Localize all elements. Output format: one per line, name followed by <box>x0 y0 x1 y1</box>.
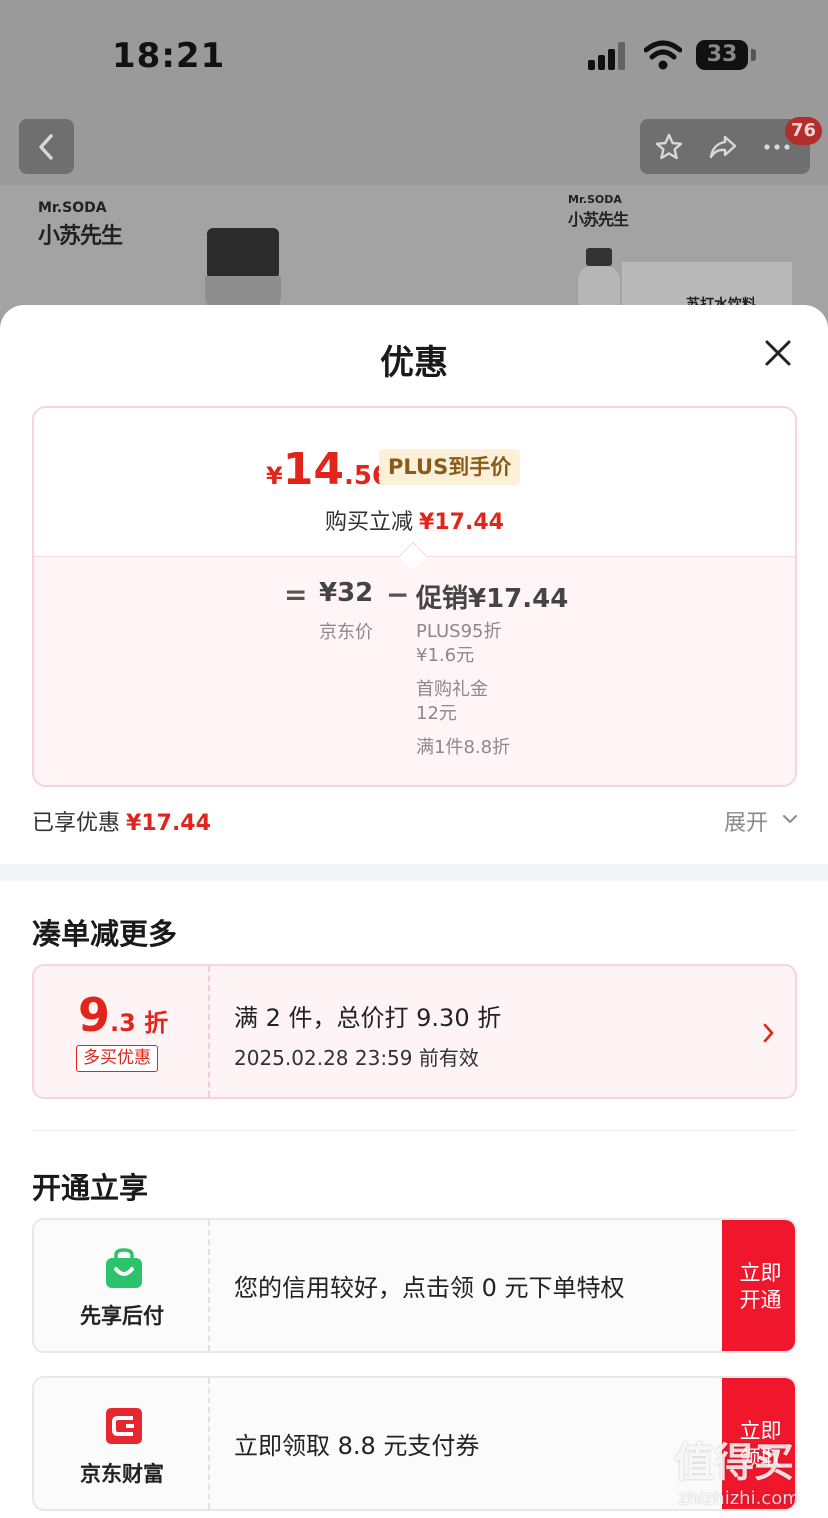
battery-icon: 33 <box>696 40 748 70</box>
close-icon[interactable] <box>760 335 796 371</box>
reduce-label: 购买立减 <box>325 510 414 535</box>
instant-reduction: 购买立减 ¥17.44 <box>34 504 795 536</box>
plus-price-tag: PLUS到手价 <box>379 449 521 485</box>
section-title-open-services: 开通立享 <box>32 1171 149 1205</box>
section-divider <box>0 864 828 881</box>
service-description: 您的信用较好，点击领 0 元下单特权 <box>234 1274 625 1302</box>
promo-item-line: 首购礼金 <box>416 679 488 700</box>
chevron-right-icon <box>763 1023 774 1043</box>
site-watermark: 值得买 <box>674 1440 794 1486</box>
enjoyed-amount: ¥17.44 <box>126 811 211 836</box>
brand-cn: 小苏先生 <box>38 224 123 249</box>
service-name: 先享后付 <box>80 1304 164 1328</box>
brand-logo-left: Mr.SODA 小苏先生 <box>38 200 123 250</box>
cellular-signal-icon <box>588 42 632 70</box>
equals-sign: = <box>284 578 308 611</box>
promo-item-line: ¥1.6元 <box>416 645 475 666</box>
enjoyed-discount: 已享优惠 ¥17.44 <box>32 805 211 837</box>
price-integer: 14 <box>282 444 344 495</box>
promo-item-line: 满1件8.8折 <box>416 737 511 758</box>
coupon-condition: 满 2 件，总价打 9.30 折 <box>234 1004 502 1032</box>
bulk-discount-tag: 多买优惠 <box>76 1045 158 1072</box>
price-calculation-section <box>34 556 795 785</box>
status-time: 18:21 <box>112 36 226 76</box>
promo-item-line: 12元 <box>416 703 457 724</box>
brand-en-right: Mr.SODA <box>568 193 622 206</box>
expand-label: 展开 <box>724 811 769 836</box>
currency-symbol: ¥ <box>266 462 283 490</box>
back-button[interactable] <box>19 119 74 174</box>
promo-item-line: PLUS95折 <box>416 621 502 642</box>
site-watermark-url: zhizhizhi.com <box>678 1488 800 1509</box>
brand-cn-right: 小苏先生 <box>568 210 629 229</box>
service-left-panel: 京东财富 <box>34 1378 210 1509</box>
share-icon[interactable] <box>708 132 738 162</box>
price-breakdown-card: ¥14.56 PLUS到手价 购买立减 ¥17.44 = ¥32 京东价 − 促销… <box>32 406 797 787</box>
sheet-title: 优惠 <box>380 343 448 383</box>
brand-en: Mr.SODA <box>38 200 107 216</box>
promotion-list: PLUS95折 ¥1.6元 首购礼金 12元 满1件8.8折 <box>416 620 510 760</box>
jd-price: ¥32 <box>319 578 374 608</box>
reduce-amount: ¥17.44 <box>419 510 504 535</box>
wallet-icon <box>106 1408 142 1444</box>
bottle-cap <box>207 228 279 276</box>
coupon-left-panel: 9.3 折 多买优惠 <box>34 966 210 1097</box>
wifi-icon <box>643 40 683 70</box>
final-price: ¥14.56 <box>266 444 390 495</box>
small-bottle-cap <box>586 248 612 266</box>
chevron-left-icon <box>39 134 53 160</box>
status-bar: 18:21 33 <box>0 0 828 110</box>
jd-price-label: 京东价 <box>319 622 373 643</box>
discount-small: .3 折 <box>110 1009 169 1037</box>
discount-sheet: 优惠 ¥14.56 PLUS到手价 购买立减 ¥17.44 = ¥32 京东价 −… <box>0 305 828 1518</box>
service-name: 京东财富 <box>80 1462 164 1486</box>
service-card-pay-later: 先享后付 您的信用较好，点击领 0 元下单特权 立即 开通 <box>32 1218 797 1353</box>
button-line: 开通 <box>739 1288 782 1312</box>
activate-button[interactable]: 立即 开通 <box>722 1220 795 1351</box>
shopping-bag-icon <box>106 1248 142 1288</box>
service-left-panel: 先享后付 <box>34 1220 210 1351</box>
discount-value: 9.3 折 <box>78 988 168 1042</box>
battery-tip <box>751 49 756 61</box>
discount-big: 9 <box>78 988 111 1042</box>
button-line: 立即 <box>739 1261 782 1285</box>
minus-sign: − <box>386 578 410 611</box>
section-title-more-discounts: 凑单减更多 <box>32 917 178 951</box>
brand-logo-right: Mr.SODA 小苏先生 <box>568 193 629 230</box>
enjoyed-label: 已享优惠 <box>32 811 121 836</box>
divider-line <box>32 1130 797 1131</box>
chevron-down-icon <box>783 815 797 823</box>
coupon-validity: 2025.02.28 23:59 前有效 <box>234 1046 479 1070</box>
service-description: 立即领取 8.8 元支付券 <box>234 1432 480 1460</box>
message-count-badge: 76 <box>785 117 823 145</box>
star-icon[interactable] <box>654 132 684 162</box>
final-price-section: ¥14.56 PLUS到手价 购买立减 ¥17.44 <box>34 408 795 556</box>
promotion-total: 促销¥17.44 <box>416 584 569 614</box>
bulk-discount-card[interactable]: 9.3 折 多买优惠 满 2 件，总价打 9.30 折 2025.02.28 2… <box>32 964 797 1099</box>
expand-button[interactable]: 展开 <box>724 805 797 837</box>
